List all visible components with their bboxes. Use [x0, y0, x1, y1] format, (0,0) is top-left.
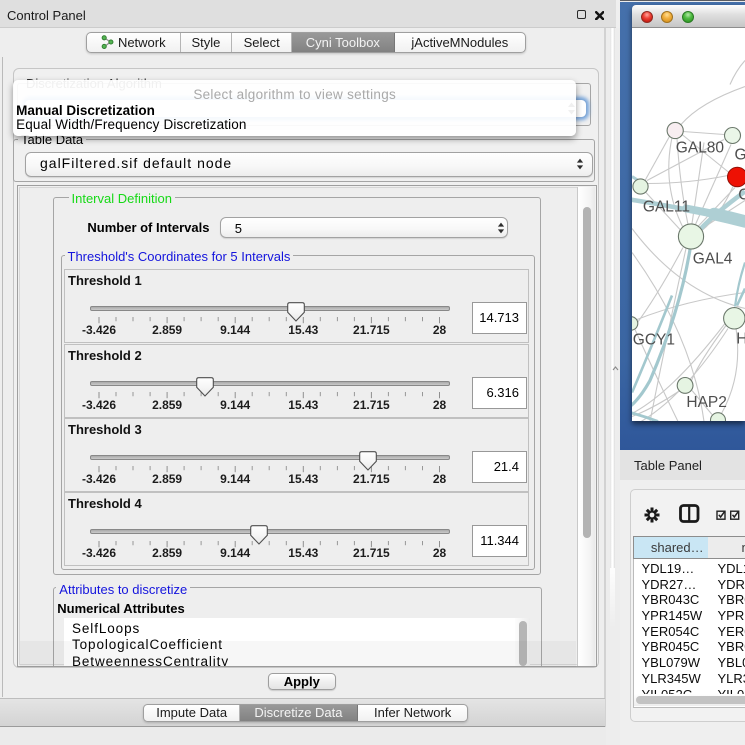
svg-text:HAP2: HAP2 [686, 394, 727, 411]
svg-text:H: H [736, 330, 745, 347]
svg-text:GAL11: GAL11 [643, 198, 690, 215]
svg-text:GCY1: GCY1 [633, 331, 675, 348]
svg-text:C: C [738, 186, 745, 203]
svg-text:GAL4: GAL4 [693, 250, 733, 267]
svg-text:GAL80: GAL80 [676, 139, 725, 156]
svg-text:GA: GA [735, 146, 745, 163]
